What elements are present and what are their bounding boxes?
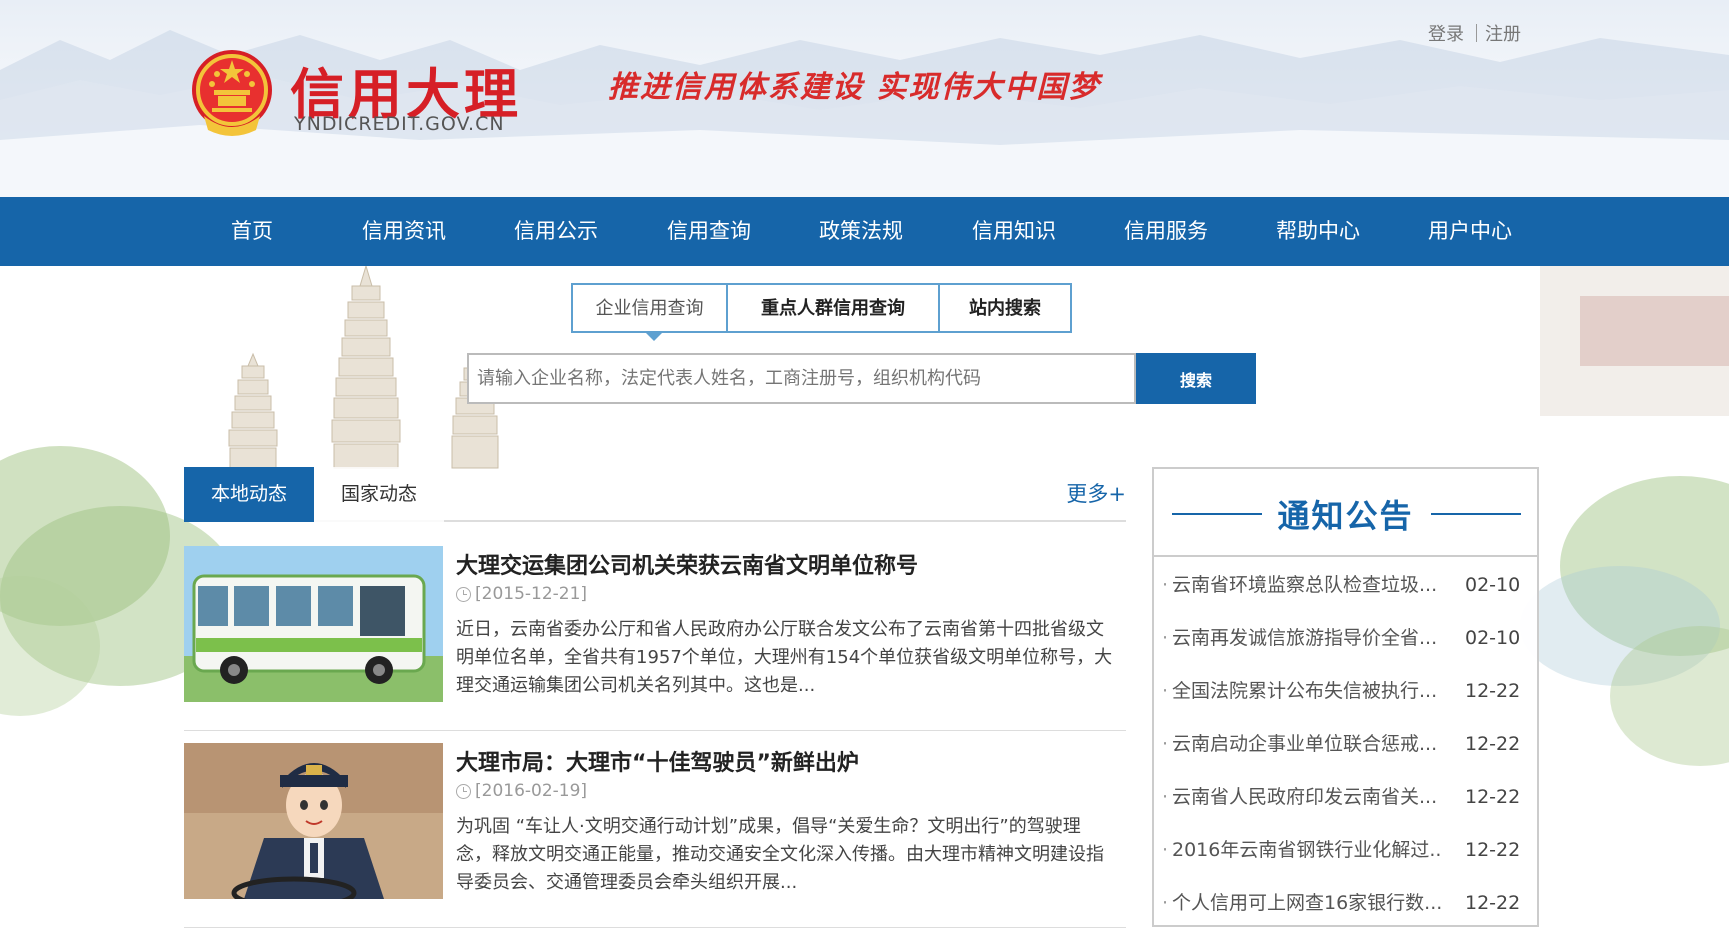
notice-item-title[interactable]: 全国法院累计公布失信被执行... <box>1172 665 1442 718</box>
decorative-line <box>1431 513 1521 515</box>
tab-key-group-credit-query[interactable]: 重点人群信用查询 <box>726 283 940 333</box>
notice-item-title[interactable]: 云南省人民政府印发云南省关... <box>1172 771 1442 824</box>
notice-item[interactable]: · 全国法院累计公布失信被执行... 12-22 <box>1154 665 1537 718</box>
notice-item-date: 12-22 <box>1465 892 1521 914</box>
notice-item[interactable]: · 云南省环境监察总队检查垃圾... 02-10 <box>1154 559 1537 612</box>
notice-header: 通知公告 <box>1154 469 1537 557</box>
register-link[interactable]: 注册 <box>1485 20 1521 46</box>
news-item: 大理市局：大理市“十佳驾驶员”新鲜出炉 [2016-02-19] 为巩固 “车让… <box>184 743 1126 928</box>
slogan: 推进信用体系建设 实现伟大中国梦 <box>608 70 1101 105</box>
news-date: [2015-12-21] <box>456 584 587 604</box>
news-summary: 为巩固 “车让人·文明交通行动计划”成果，倡导“关爱生命？文明出行”的驾驶理念，… <box>456 816 1104 893</box>
nav-item-credit-news[interactable]: 信用资讯 <box>362 197 446 266</box>
notice-item-date: 12-22 <box>1465 680 1521 702</box>
nav-item-home[interactable]: 首页 <box>231 197 273 266</box>
auth-links: 登录 注册 <box>1428 20 1521 46</box>
notice-item-date: 02-10 <box>1465 574 1521 596</box>
notice-item-date: 12-22 <box>1465 839 1521 861</box>
nav-item-credit-query[interactable]: 信用查询 <box>667 197 751 266</box>
national-emblem-icon <box>192 50 272 136</box>
clock-icon <box>456 783 471 799</box>
nav-item-user-center[interactable]: 用户中心 <box>1428 197 1512 266</box>
nav-item-credit-service[interactable]: 信用服务 <box>1124 197 1208 266</box>
notice-item-date: 12-22 <box>1465 786 1521 808</box>
news-date-text: [2015-12-21] <box>475 584 588 604</box>
notice-item-title[interactable]: 云南再发诚信旅游指导价全省... <box>1172 612 1442 665</box>
bus-thumbnail[interactable] <box>184 546 443 702</box>
main-nav: 首页 信用资讯 信用公示 信用查询 政策法规 信用知识 信用服务 帮助中心 用户… <box>0 197 1729 266</box>
search-button[interactable]: 搜索 <box>1136 353 1256 404</box>
tab-national-news[interactable]: 国家动态 <box>314 467 444 522</box>
news-title[interactable]: 大理市局：大理市“十佳驾驶员”新鲜出炉 <box>456 745 859 777</box>
nav-item-help-center[interactable]: 帮助中心 <box>1276 197 1360 266</box>
search-input[interactable] <box>467 353 1136 404</box>
notice-item-title[interactable]: 云南省环境监察总队检查垃圾... <box>1172 559 1442 612</box>
site-header: 信用大理 YNDICREDIT.GOV.CN 推进信用体系建设 实现伟大中国梦 … <box>0 0 1729 197</box>
nav-item-credit-publicity[interactable]: 信用公示 <box>514 197 598 266</box>
notice-item-title[interactable]: 云南启动企事业单位联合惩戒... <box>1172 718 1442 771</box>
tab-local-news[interactable]: 本地动态 <box>184 467 314 522</box>
notice-item-title[interactable]: 2016年云南省钢铁行业化解过... <box>1172 824 1442 877</box>
notice-item-date: 02-10 <box>1465 627 1521 649</box>
notice-item-title[interactable]: 个人信用可上网查16家银行数... <box>1172 877 1442 930</box>
pagoda-illustration <box>228 266 499 469</box>
news-tab-bar: 本地动态 国家动态 更多+ <box>184 467 1126 522</box>
notice-item-date: 12-22 <box>1465 733 1521 755</box>
search-tabs: 企业信用查询 重点人群信用查询 站内搜索 <box>571 283 1072 341</box>
nav-item-policy[interactable]: 政策法规 <box>819 197 903 266</box>
tab-enterprise-credit-query[interactable]: 企业信用查询 <box>571 283 728 341</box>
clock-icon <box>456 586 471 602</box>
notice-item[interactable]: · 云南省人民政府印发云南省关... 12-22 <box>1154 771 1537 824</box>
site-domain: YNDICREDIT.GOV.CN <box>294 113 505 135</box>
notice-item[interactable]: · 云南启动企事业单位联合惩戒... 12-22 <box>1154 718 1537 771</box>
news-date: [2016-02-19] <box>456 781 587 801</box>
divider <box>1476 24 1477 42</box>
news-date-text: [2016-02-19] <box>475 781 588 801</box>
notice-item[interactable]: · 2016年云南省钢铁行业化解过... 12-22 <box>1154 824 1537 877</box>
notice-panel: 通知公告 · 云南省环境监察总队检查垃圾... 02-10 · 云南再发诚信旅游… <box>1152 467 1539 927</box>
login-link[interactable]: 登录 <box>1428 20 1464 46</box>
nav-item-credit-knowledge[interactable]: 信用知识 <box>972 197 1056 266</box>
more-news-link[interactable]: 更多+ <box>1066 467 1126 522</box>
news-summary: 近日，云南省委办公厅和省人民政府办公厅联合发文公布了云南省第十四批省级文明单位名… <box>456 619 1113 696</box>
driver-thumbnail[interactable] <box>184 743 443 899</box>
news-title[interactable]: 大理交运集团公司机关荣获云南省文明单位称号 <box>456 548 918 580</box>
notice-item[interactable]: · 个人信用可上网查16家银行数... 12-22 <box>1154 877 1537 930</box>
news-item: 大理交运集团公司机关荣获云南省文明单位称号 [2015-12-21] 近日，云南… <box>184 546 1126 731</box>
tab-site-search[interactable]: 站内搜索 <box>938 283 1072 333</box>
notice-item[interactable]: · 云南再发诚信旅游指导价全省... 02-10 <box>1154 612 1537 665</box>
